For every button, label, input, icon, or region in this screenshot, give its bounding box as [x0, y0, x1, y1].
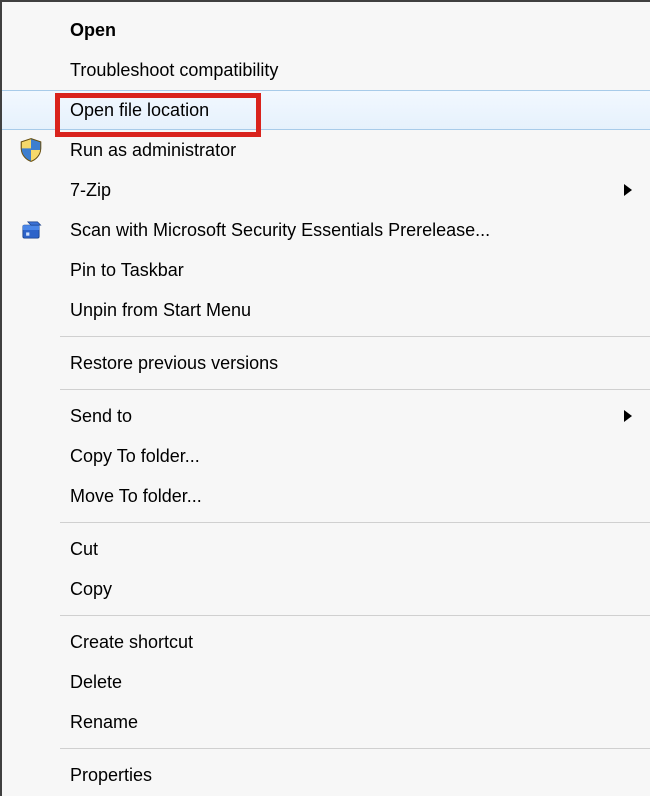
- menu-item-cut[interactable]: Cut: [2, 529, 650, 569]
- menu-label-properties: Properties: [60, 765, 638, 786]
- menu-label-restorepv: Restore previous versions: [60, 353, 638, 374]
- menu-item-troubleshoot[interactable]: Troubleshoot compatibility: [2, 50, 650, 90]
- menu-label-open: Open: [60, 20, 638, 41]
- menu-label-unpinsm: Unpin from Start Menu: [60, 300, 638, 321]
- menu-label-cut: Cut: [60, 539, 638, 560]
- menu-item-7zip[interactable]: 7-Zip: [2, 170, 650, 210]
- menu-item-send-to[interactable]: Send to: [2, 396, 650, 436]
- context-menu: Open Troubleshoot compatibility Open fil…: [0, 0, 650, 796]
- separator: [60, 389, 650, 390]
- menu-label-copy: Copy: [60, 579, 638, 600]
- menu-item-move-to-folder[interactable]: Move To folder...: [2, 476, 650, 516]
- menu-label-moveto: Move To folder...: [60, 486, 638, 507]
- menu-label-sendto: Send to: [60, 406, 624, 427]
- separator: [60, 522, 650, 523]
- menu-label-runadmin: Run as administrator: [60, 140, 638, 161]
- menu-item-copy[interactable]: Copy: [2, 569, 650, 609]
- submenu-arrow-icon: [624, 184, 632, 196]
- security-icon: [2, 217, 60, 243]
- menu-item-unpin-start[interactable]: Unpin from Start Menu: [2, 290, 650, 330]
- separator: [60, 615, 650, 616]
- menu-item-rename[interactable]: Rename: [2, 702, 650, 742]
- shield-icon: [2, 137, 60, 163]
- menu-item-copy-to-folder[interactable]: Copy To folder...: [2, 436, 650, 476]
- menu-item-open[interactable]: Open: [2, 10, 650, 50]
- separator: [60, 336, 650, 337]
- menu-item-create-shortcut[interactable]: Create shortcut: [2, 622, 650, 662]
- menu-label-pintb: Pin to Taskbar: [60, 260, 638, 281]
- menu-label-openloc: Open file location: [60, 100, 638, 121]
- submenu-arrow-icon: [624, 410, 632, 422]
- menu-label-shortcut: Create shortcut: [60, 632, 638, 653]
- menu-label-rename: Rename: [60, 712, 638, 733]
- menu-label-delete: Delete: [60, 672, 638, 693]
- menu-item-properties[interactable]: Properties: [2, 755, 650, 795]
- menu-label-scan: Scan with Microsoft Security Essentials …: [60, 220, 638, 241]
- menu-item-run-as-administrator[interactable]: Run as administrator: [2, 130, 650, 170]
- menu-item-pin-taskbar[interactable]: Pin to Taskbar: [2, 250, 650, 290]
- menu-item-open-file-location[interactable]: Open file location: [2, 90, 650, 130]
- menu-label-copyto: Copy To folder...: [60, 446, 638, 467]
- menu-item-scan-security[interactable]: Scan with Microsoft Security Essentials …: [2, 210, 650, 250]
- separator: [60, 748, 650, 749]
- menu-item-delete[interactable]: Delete: [2, 662, 650, 702]
- menu-item-restore-previous[interactable]: Restore previous versions: [2, 343, 650, 383]
- menu-label-7zip: 7-Zip: [60, 180, 624, 201]
- menu-label-troubleshoot: Troubleshoot compatibility: [60, 60, 638, 81]
